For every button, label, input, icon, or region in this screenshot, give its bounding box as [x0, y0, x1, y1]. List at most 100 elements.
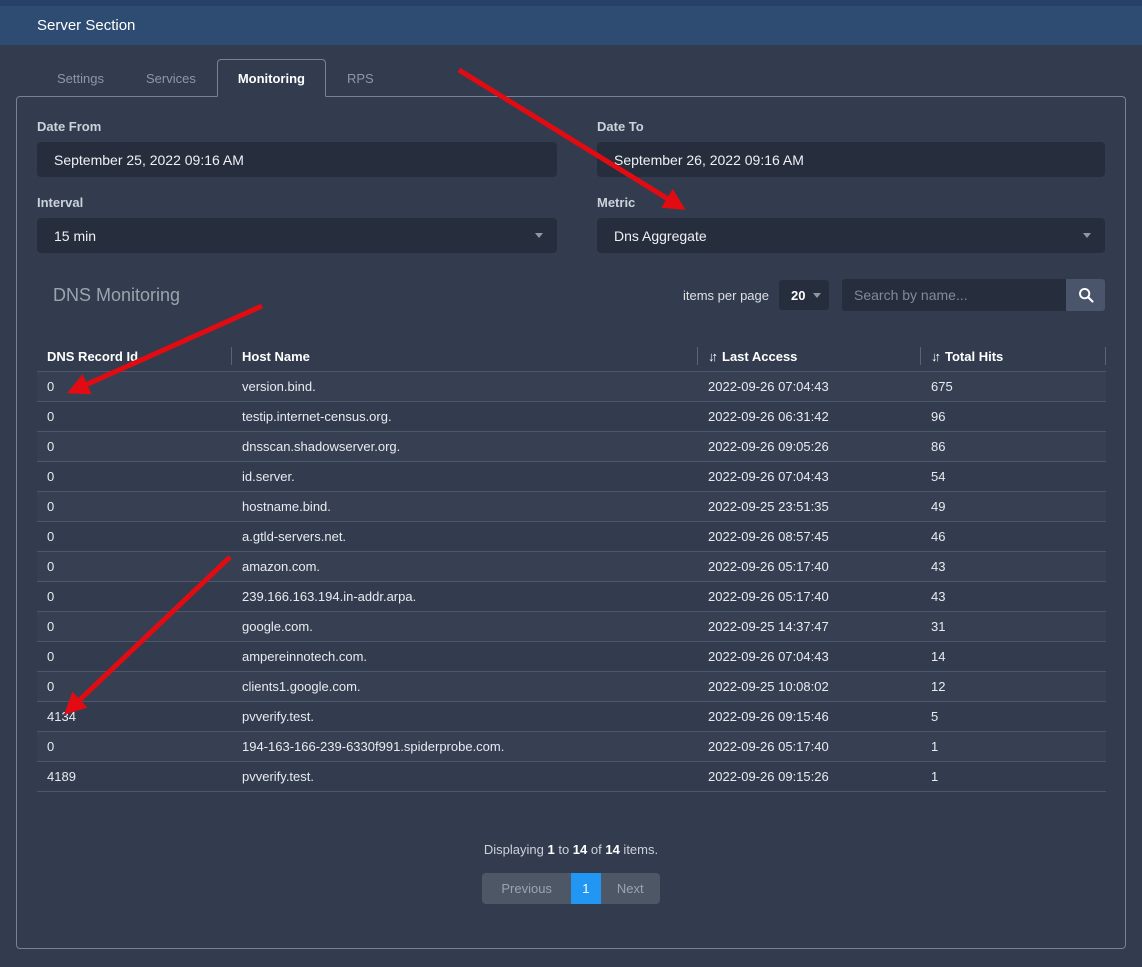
table-row: 0 version.bind. 2022-09-26 07:04:43 675	[37, 371, 1106, 401]
interval-field-group: Interval 15 min	[37, 195, 557, 253]
cell-total-hits: 86	[921, 432, 1106, 461]
cell-host-name: pvverify.test.	[232, 762, 698, 791]
window-title-bar: Server Section	[0, 0, 1142, 45]
next-page-button[interactable]: Next	[601, 873, 660, 904]
cell-dns-record-id: 0	[37, 492, 232, 521]
page-1-button[interactable]: 1	[571, 873, 601, 904]
sort-icon: ↓↑	[708, 349, 715, 364]
pagination-group: Previous 1 Next	[482, 873, 659, 904]
cell-total-hits: 46	[921, 522, 1106, 551]
cell-host-name: pvverify.test.	[232, 702, 698, 731]
cell-dns-record-id: 0	[37, 522, 232, 551]
column-header-total-hits[interactable]: ↓↑ Total Hits	[921, 341, 1106, 371]
cell-last-access: 2022-09-26 09:15:46	[698, 702, 921, 731]
cell-last-access: 2022-09-26 09:05:26	[698, 432, 921, 461]
table-row: 0 hostname.bind. 2022-09-25 23:51:35 49	[37, 491, 1106, 521]
table-row: 0 id.server. 2022-09-26 07:04:43 54	[37, 461, 1106, 491]
cell-dns-record-id: 0	[37, 642, 232, 671]
cell-last-access: 2022-09-26 05:17:40	[698, 582, 921, 611]
table-row: 4134 pvverify.test. 2022-09-26 09:15:46 …	[37, 701, 1106, 731]
cell-last-access: 2022-09-26 07:04:43	[698, 642, 921, 671]
interval-select[interactable]: 15 min	[37, 218, 557, 253]
portlet-header: DNS Monitoring items per page 20	[37, 279, 1105, 311]
cell-host-name: testip.internet-census.org.	[232, 402, 698, 431]
cell-total-hits: 14	[921, 642, 1106, 671]
caret-down-icon	[1083, 233, 1091, 238]
column-header-host-name: Host Name	[232, 341, 698, 371]
cell-last-access: 2022-09-26 08:57:45	[698, 522, 921, 551]
cell-host-name: hostname.bind.	[232, 492, 698, 521]
cell-last-access: 2022-09-26 07:04:43	[698, 372, 921, 401]
search-input[interactable]	[842, 279, 1066, 311]
cell-last-access: 2022-09-26 05:17:40	[698, 552, 921, 581]
table-body: 0 version.bind. 2022-09-26 07:04:43 675 …	[37, 371, 1106, 792]
items-per-page-value: 20	[791, 288, 805, 303]
display-summary: Displaying 1 to 14 of 14 items.	[37, 842, 1105, 857]
table-row: 0 a.gtld-servers.net. 2022-09-26 08:57:4…	[37, 521, 1106, 551]
cell-total-hits: 31	[921, 612, 1106, 641]
cell-dns-record-id: 0	[37, 732, 232, 761]
cell-total-hits: 5	[921, 702, 1106, 731]
portlet-controls: items per page 20	[683, 279, 1105, 311]
date-from-input[interactable]: September 25, 2022 09:16 AM	[37, 142, 557, 177]
table-row: 0 google.com. 2022-09-25 14:37:47 31	[37, 611, 1106, 641]
column-header-last-access[interactable]: ↓↑ Last Access	[698, 341, 921, 371]
date-to-field-group: Date To September 26, 2022 09:16 AM	[597, 119, 1105, 177]
cell-total-hits: 675	[921, 372, 1106, 401]
cell-dns-record-id: 0	[37, 552, 232, 581]
cell-total-hits: 43	[921, 552, 1106, 581]
cell-host-name: 194-163-166-239-6330f991.spiderprobe.com…	[232, 732, 698, 761]
metric-label: Metric	[597, 195, 1105, 210]
filters-form: Date From September 25, 2022 09:16 AM Da…	[37, 119, 1105, 253]
cell-last-access: 2022-09-25 14:37:47	[698, 612, 921, 641]
table-row: 0 194-163-166-239-6330f991.spiderprobe.c…	[37, 731, 1106, 761]
table-header-row: DNS Record Id Host Name ↓↑ Last Access ↓…	[37, 341, 1106, 371]
dns-monitoring-table: DNS Record Id Host Name ↓↑ Last Access ↓…	[37, 341, 1106, 792]
items-per-page-select[interactable]: 20	[779, 280, 829, 310]
cell-dns-record-id: 4189	[37, 762, 232, 791]
tab-services[interactable]: Services	[125, 59, 217, 97]
cell-total-hits: 1	[921, 732, 1106, 761]
cell-host-name: version.bind.	[232, 372, 698, 401]
table-row: 0 testip.internet-census.org. 2022-09-26…	[37, 401, 1106, 431]
previous-page-button[interactable]: Previous	[482, 873, 571, 904]
table-row: 4189 pvverify.test. 2022-09-26 09:15:26 …	[37, 761, 1106, 791]
date-to-input[interactable]: September 26, 2022 09:16 AM	[597, 142, 1105, 177]
cell-dns-record-id: 0	[37, 432, 232, 461]
table-row: 0 dnsscan.shadowserver.org. 2022-09-26 0…	[37, 431, 1106, 461]
caret-down-icon	[535, 233, 543, 238]
cell-dns-record-id: 0	[37, 582, 232, 611]
cell-last-access: 2022-09-26 07:04:43	[698, 462, 921, 491]
cell-total-hits: 96	[921, 402, 1106, 431]
cell-host-name: dnsscan.shadowserver.org.	[232, 432, 698, 461]
tab-settings[interactable]: Settings	[36, 59, 125, 97]
cell-host-name: a.gtld-servers.net.	[232, 522, 698, 551]
search-button[interactable]	[1066, 279, 1105, 311]
cell-last-access: 2022-09-26 06:31:42	[698, 402, 921, 431]
table-row: 0 239.166.163.194.in-addr.arpa. 2022-09-…	[37, 581, 1106, 611]
cell-dns-record-id: 0	[37, 372, 232, 401]
cell-dns-record-id: 0	[37, 612, 232, 641]
metric-select[interactable]: Dns Aggregate	[597, 218, 1105, 253]
date-from-value: September 25, 2022 09:16 AM	[54, 152, 244, 168]
date-to-value: September 26, 2022 09:16 AM	[614, 152, 804, 168]
page-title: Server Section	[37, 17, 135, 34]
tab-rps[interactable]: RPS	[326, 59, 395, 97]
cell-last-access: 2022-09-25 23:51:35	[698, 492, 921, 521]
monitoring-panel: Date From September 25, 2022 09:16 AM Da…	[16, 96, 1126, 949]
cell-host-name: amazon.com.	[232, 552, 698, 581]
search-icon	[1077, 286, 1095, 304]
table-row: 0 clients1.google.com. 2022-09-25 10:08:…	[37, 671, 1106, 701]
caret-down-icon	[813, 293, 821, 298]
cell-last-access: 2022-09-26 05:17:40	[698, 732, 921, 761]
cell-last-access: 2022-09-25 10:08:02	[698, 672, 921, 701]
cell-total-hits: 43	[921, 582, 1106, 611]
date-from-label: Date From	[37, 119, 557, 134]
tab-monitoring[interactable]: Monitoring	[217, 59, 326, 97]
interval-value: 15 min	[54, 228, 96, 244]
search-bar	[842, 279, 1105, 311]
cell-total-hits: 54	[921, 462, 1106, 491]
cell-dns-record-id: 4134	[37, 702, 232, 731]
cell-dns-record-id: 0	[37, 462, 232, 491]
cell-host-name: 239.166.163.194.in-addr.arpa.	[232, 582, 698, 611]
